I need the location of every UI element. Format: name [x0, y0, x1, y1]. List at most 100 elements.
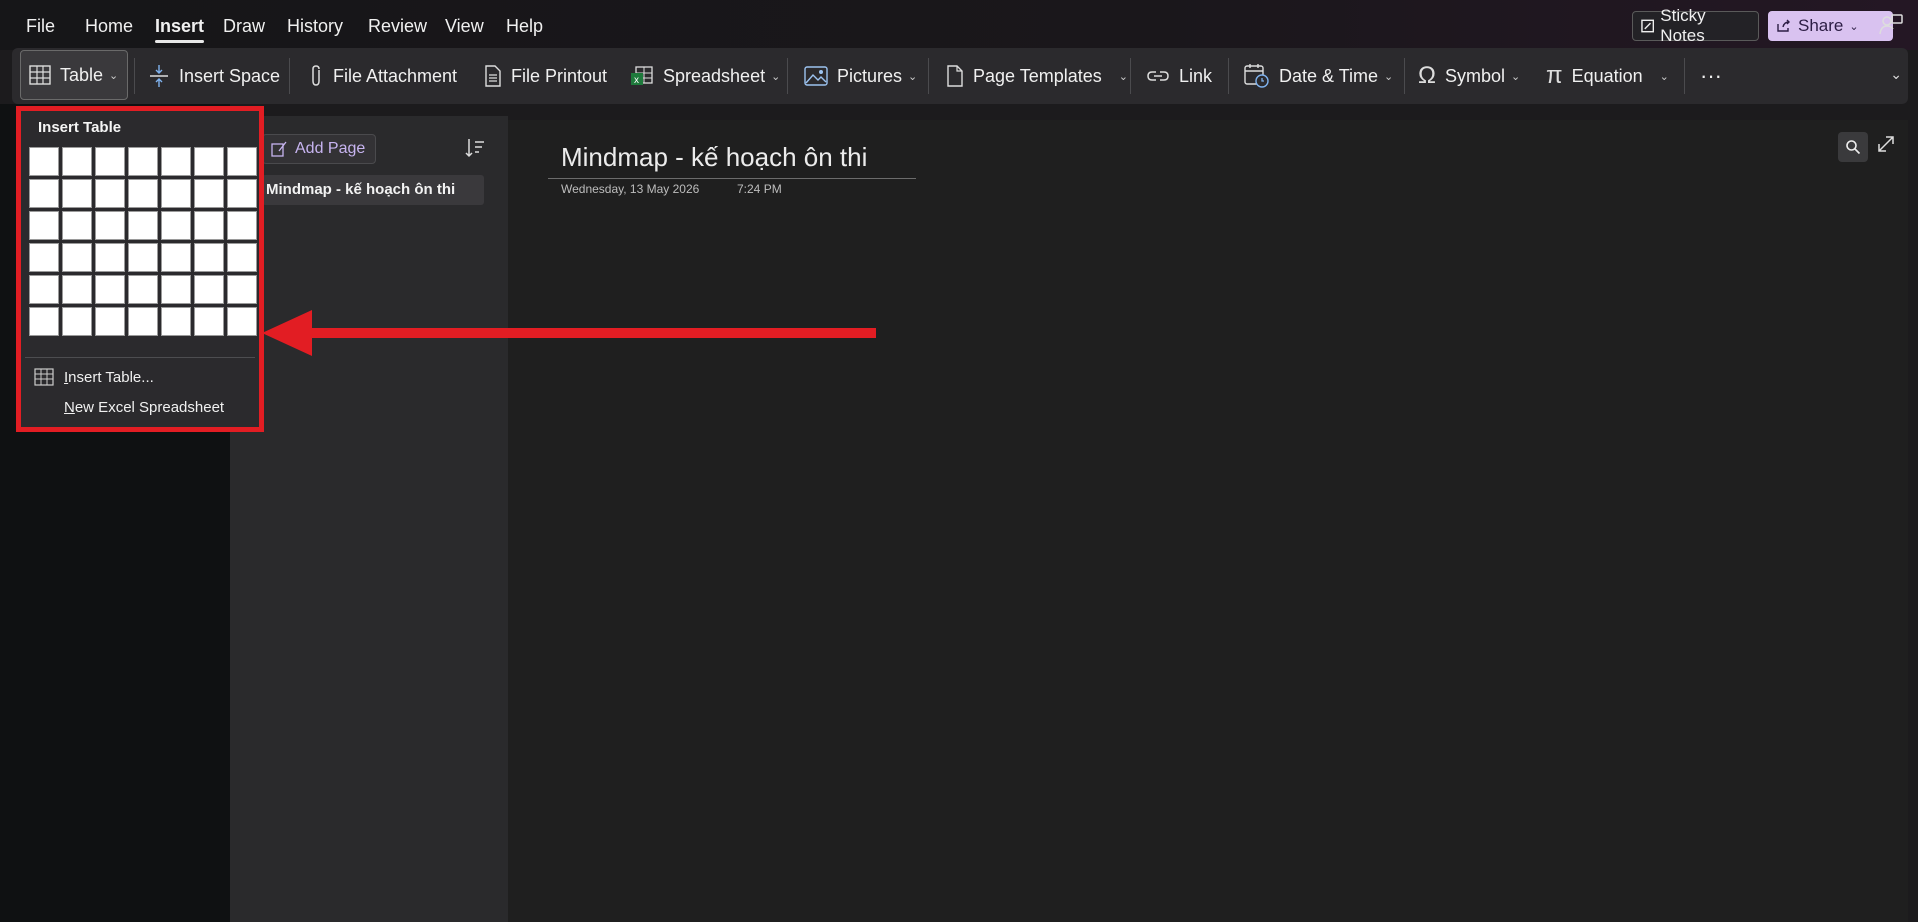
table-grid-cell[interactable] — [227, 243, 257, 272]
menu-insert[interactable]: Insert — [155, 16, 205, 43]
excel-icon: x — [631, 66, 653, 86]
date-time-label: Date & Time — [1279, 65, 1379, 86]
table-grid-cell[interactable] — [62, 243, 92, 272]
table-grid-cell[interactable] — [29, 275, 59, 304]
table-grid-cell[interactable] — [62, 211, 92, 240]
table-grid-cell[interactable] — [62, 179, 92, 208]
table-label: Table — [60, 64, 104, 85]
share-label: Share — [1798, 16, 1844, 35]
table-grid-cell[interactable] — [95, 211, 125, 240]
table-grid-cell[interactable] — [95, 275, 125, 304]
table-grid-cell[interactable] — [194, 147, 224, 176]
menu-file[interactable]: File — [26, 16, 55, 37]
table-grid-cell[interactable] — [29, 307, 59, 336]
table-grid-cell[interactable] — [95, 243, 125, 272]
table-grid-cell[interactable] — [161, 179, 191, 208]
add-page-button[interactable]: Add Page — [262, 134, 376, 164]
table-grid-cell[interactable] — [227, 211, 257, 240]
table-grid-cell[interactable] — [95, 179, 125, 208]
table-grid-cell[interactable] — [161, 147, 191, 176]
more-button[interactable]: ··· — [1700, 53, 1722, 99]
chevron-down-icon: ⌄ — [109, 69, 119, 82]
insert-space-icon — [150, 65, 168, 87]
table-icon — [29, 65, 51, 85]
menu-bar: File Home Insert Draw History Review Vie… — [0, 0, 1918, 50]
note-canvas[interactable] — [508, 120, 1908, 922]
table-grid-cell[interactable] — [62, 147, 92, 176]
table-grid-cell[interactable] — [128, 243, 158, 272]
chevron-down-icon: ⌄ — [1510, 70, 1521, 83]
table-grid-cell[interactable] — [128, 275, 158, 304]
table-grid-cell[interactable] — [227, 147, 257, 176]
menu-home[interactable]: Home — [85, 16, 133, 37]
table-grid-cell[interactable] — [227, 179, 257, 208]
page-title[interactable]: Mindmap - kế hoạch ôn thi — [561, 142, 867, 173]
sticky-note-icon — [1641, 19, 1655, 33]
expand-icon[interactable] — [1876, 134, 1896, 154]
table-grid-cell[interactable] — [29, 147, 59, 176]
pictures-button[interactable]: Pictures ⌄ — [804, 53, 917, 99]
chevron-down-icon: ⌄ — [1384, 70, 1394, 83]
chevron-down-icon: ⌄ — [771, 70, 781, 83]
insert-space-button[interactable]: Insert Space — [148, 53, 280, 99]
new-excel-spreadsheet-menu-item[interactable]: New Excel Spreadsheet — [64, 393, 224, 421]
table-grid-cell[interactable] — [194, 275, 224, 304]
page-templates-label: Page Templates — [973, 65, 1102, 86]
table-grid-cell[interactable] — [128, 179, 158, 208]
page-list-item[interactable]: Mindmap - kế hoạch ôn thi — [262, 175, 484, 205]
symbol-button[interactable]: Ω Symbol ⌄ — [1418, 53, 1520, 99]
insert-table-label: Insert Table... — [64, 368, 154, 386]
insert-table-menu-item[interactable]: Insert Table... — [34, 363, 154, 391]
chevron-down-icon[interactable]: ⌄ — [1890, 66, 1902, 83]
chevron-down-icon: ⌄ — [1659, 70, 1669, 83]
file-attachment-button[interactable]: File Attachment — [308, 53, 457, 99]
equation-label: Equation — [1571, 65, 1643, 86]
spreadsheet-button[interactable]: x Spreadsheet ⌄ — [630, 53, 780, 99]
table-grid-cell[interactable] — [161, 275, 191, 304]
table-grid-cell[interactable] — [194, 307, 224, 336]
table-grid-cell[interactable] — [161, 243, 191, 272]
insert-table-dropdown: Insert Table Insert Table... New Excel S… — [16, 106, 264, 432]
feedback-icon[interactable] — [1878, 12, 1904, 38]
equation-button[interactable]: π Equation ⌄ — [1546, 53, 1669, 99]
table-size-grid[interactable] — [29, 147, 257, 336]
file-printout-button[interactable]: File Printout — [484, 53, 607, 99]
table-grid-cell[interactable] — [29, 243, 59, 272]
table-grid-cell[interactable] — [62, 275, 92, 304]
table-grid-cell[interactable] — [161, 211, 191, 240]
menu-draw[interactable]: Draw — [223, 16, 265, 37]
sort-icon[interactable] — [464, 137, 486, 159]
table-grid-cell[interactable] — [29, 211, 59, 240]
chevron-down-icon: ⌄ — [1849, 20, 1859, 33]
page-templates-button[interactable]: Page Templates ⌄ — [946, 53, 1128, 99]
table-grid-cell[interactable] — [95, 307, 125, 336]
table-grid-cell[interactable] — [95, 147, 125, 176]
menu-view[interactable]: View — [445, 16, 484, 37]
table-grid-cell[interactable] — [128, 307, 158, 336]
sticky-notes-label: Sticky Notes — [1660, 6, 1706, 45]
menu-help[interactable]: Help — [506, 16, 543, 37]
symbol-label: Symbol — [1444, 65, 1505, 86]
table-grid-cell[interactable] — [194, 179, 224, 208]
sticky-notes-button[interactable]: Sticky Notes — [1632, 6, 1759, 45]
search-button[interactable] — [1838, 132, 1868, 162]
share-button[interactable]: Share ⌄ — [1768, 11, 1893, 41]
table-grid-cell[interactable] — [161, 307, 191, 336]
table-grid-cell[interactable] — [194, 211, 224, 240]
table-grid-cell[interactable] — [194, 243, 224, 272]
table-grid-cell[interactable] — [227, 307, 257, 336]
table-grid-cell[interactable] — [128, 211, 158, 240]
table-grid-cell[interactable] — [29, 179, 59, 208]
add-page-icon — [271, 141, 287, 157]
link-button[interactable]: Link — [1146, 53, 1212, 99]
table-grid-cell[interactable] — [62, 307, 92, 336]
menu-history[interactable]: History — [287, 16, 343, 37]
divider — [289, 58, 290, 94]
menu-review[interactable]: Review — [368, 16, 427, 37]
pages-pane — [230, 116, 508, 922]
divider — [134, 58, 135, 94]
table-grid-cell[interactable] — [128, 147, 158, 176]
date-time-button[interactable]: Date & Time ⌄ — [1244, 53, 1393, 99]
table-grid-cell[interactable] — [227, 275, 257, 304]
table-button[interactable]: Table ⌄ — [20, 50, 128, 100]
